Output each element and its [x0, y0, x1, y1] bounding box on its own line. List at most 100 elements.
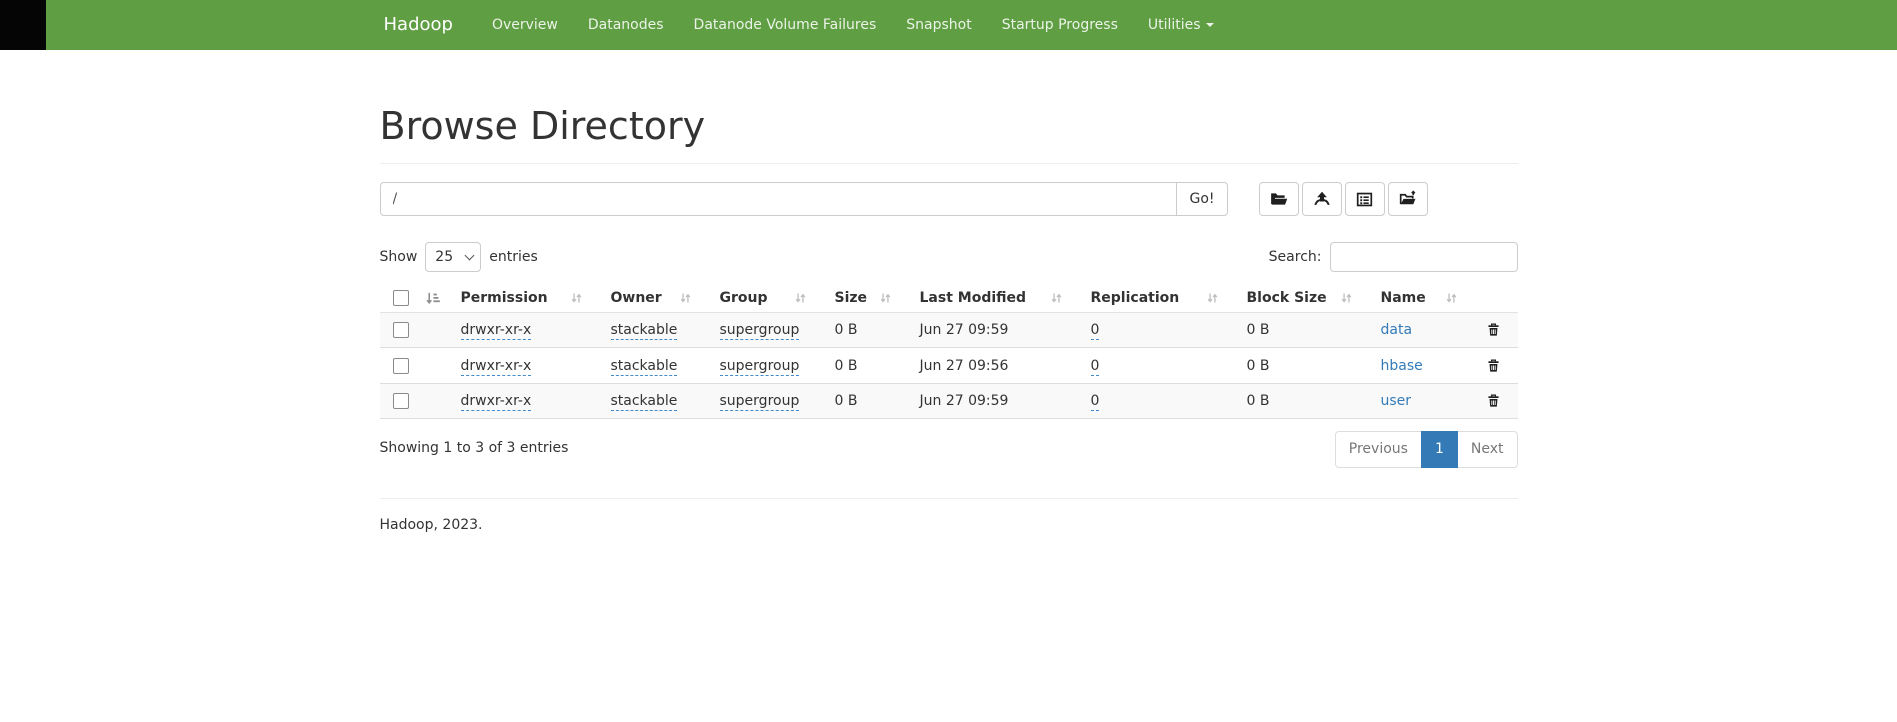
- header-group-label: Group: [720, 290, 768, 306]
- group-editable[interactable]: supergroup: [720, 322, 800, 340]
- sort-arrows-icon: [1206, 291, 1219, 305]
- select-row-checkbox[interactable]: [393, 358, 409, 374]
- select-row-checkbox[interactable]: [393, 393, 409, 409]
- table-controls-row: Show 25 entries Search:: [380, 242, 1518, 272]
- header-last-modified[interactable]: Last Modified: [910, 284, 1081, 313]
- header-name-label: Name: [1381, 290, 1426, 306]
- nav-item-snapshot[interactable]: Snapshot: [891, 0, 986, 50]
- directory-link[interactable]: data: [1381, 322, 1413, 338]
- trash-icon: [1486, 393, 1501, 409]
- block-size-cell: 0 B: [1237, 348, 1371, 383]
- permission-editable[interactable]: drwxr-xr-x: [461, 393, 532, 411]
- directory-link[interactable]: hbase: [1381, 358, 1423, 374]
- size-cell: 0 B: [825, 313, 910, 348]
- page-length-control: Show 25 entries: [380, 242, 538, 272]
- delete-button[interactable]: [1486, 393, 1501, 409]
- permission-editable[interactable]: drwxr-xr-x: [461, 322, 532, 340]
- path-bar-row: Go!: [380, 182, 1518, 216]
- nav-item-startup-progress[interactable]: Startup Progress: [987, 0, 1133, 50]
- title-divider: [380, 163, 1518, 164]
- select-all-checkbox[interactable]: [393, 290, 409, 306]
- header-last-modified-label: Last Modified: [920, 290, 1027, 306]
- header-replication[interactable]: Replication: [1081, 284, 1237, 313]
- size-cell: 0 B: [825, 383, 910, 418]
- table-row: drwxr-xr-x stackable supergroup 0 B Jun …: [380, 383, 1518, 418]
- header-replication-label: Replication: [1091, 290, 1180, 306]
- sort-arrows-icon: [679, 291, 692, 305]
- upload-file-button[interactable]: [1302, 182, 1342, 216]
- search-input[interactable]: [1330, 242, 1518, 272]
- nav-item-overview[interactable]: Overview: [477, 0, 573, 50]
- footer-divider: [380, 498, 1518, 499]
- directory-table: Permission Owner Group Size Last Modifie…: [380, 284, 1518, 419]
- permission-editable[interactable]: drwxr-xr-x: [461, 358, 532, 376]
- folder-move-icon: [1399, 190, 1417, 208]
- footer-text: Hadoop, 2023.: [380, 517, 1518, 533]
- owner-editable[interactable]: stackable: [611, 393, 678, 411]
- file-list-button[interactable]: [1345, 182, 1385, 216]
- header-owner[interactable]: Owner: [601, 284, 710, 313]
- page-title: Browse Directory: [380, 104, 1518, 148]
- group-editable[interactable]: supergroup: [720, 358, 800, 376]
- list-alt-icon: [1356, 191, 1373, 208]
- trash-icon: [1486, 322, 1501, 338]
- sort-arrows-icon: [879, 291, 892, 305]
- header-permission[interactable]: Permission: [451, 284, 601, 313]
- last-modified-cell: Jun 27 09:59: [910, 383, 1081, 418]
- navbar-container: Hadoop Overview Datanodes Datanode Volum…: [365, 0, 1533, 50]
- header-size[interactable]: Size: [825, 284, 910, 313]
- top-navbar: Hadoop Overview Datanodes Datanode Volum…: [0, 0, 1897, 50]
- sort-arrows-icon: [1340, 291, 1353, 305]
- last-modified-cell: Jun 27 09:59: [910, 313, 1081, 348]
- go-button[interactable]: Go!: [1176, 182, 1227, 216]
- sort-arrows-icon: [570, 291, 583, 305]
- delete-button[interactable]: [1486, 322, 1501, 338]
- header-size-label: Size: [835, 290, 868, 306]
- replication-editable[interactable]: 0: [1091, 358, 1100, 376]
- create-directory-button[interactable]: [1259, 182, 1299, 216]
- nav-item-datanode-volume-failures[interactable]: Datanode Volume Failures: [679, 0, 892, 50]
- delete-button[interactable]: [1486, 357, 1501, 373]
- owner-editable[interactable]: stackable: [611, 358, 678, 376]
- pagination-page-1[interactable]: 1: [1421, 431, 1458, 467]
- path-input-group: Go!: [380, 182, 1228, 216]
- block-size-cell: 0 B: [1237, 313, 1371, 348]
- pagination: Previous 1 Next: [1335, 431, 1518, 467]
- utilities-label: Utilities: [1148, 17, 1201, 33]
- upload-icon: [1313, 190, 1331, 208]
- brand-hadoop[interactable]: Hadoop: [384, 0, 453, 50]
- size-cell: 0 B: [825, 348, 910, 383]
- sort-arrows-icon: [1445, 291, 1458, 305]
- directory-path-input[interactable]: [380, 182, 1178, 216]
- table-row: drwxr-xr-x stackable supergroup 0 B Jun …: [380, 348, 1518, 383]
- replication-editable[interactable]: 0: [1091, 322, 1100, 340]
- show-label: Show: [380, 249, 418, 265]
- header-group[interactable]: Group: [710, 284, 825, 313]
- pagination-next[interactable]: Next: [1457, 431, 1518, 467]
- table-info: Showing 1 to 3 of 3 entries: [380, 431, 569, 456]
- header-block-size-label: Block Size: [1247, 290, 1327, 306]
- move-paste-button[interactable]: [1388, 182, 1428, 216]
- nav-item-datanodes[interactable]: Datanodes: [573, 0, 679, 50]
- nav-item-utilities-dropdown[interactable]: Utilities: [1133, 0, 1229, 50]
- table-search-control: Search:: [1269, 242, 1518, 272]
- header-owner-label: Owner: [611, 290, 662, 306]
- trash-icon: [1486, 358, 1501, 374]
- header-name[interactable]: Name: [1371, 284, 1476, 313]
- header-permission-label: Permission: [461, 290, 548, 306]
- page-size-select-wrap: 25: [425, 242, 481, 272]
- table-header-row: Permission Owner Group Size Last Modifie…: [380, 284, 1518, 313]
- pagination-previous[interactable]: Previous: [1335, 431, 1422, 467]
- replication-editable[interactable]: 0: [1091, 393, 1100, 411]
- select-row-checkbox[interactable]: [393, 322, 409, 338]
- entries-label: entries: [489, 249, 538, 265]
- sort-arrows-icon: [794, 291, 807, 305]
- page-size-select[interactable]: 25: [425, 242, 481, 272]
- header-select-all[interactable]: [380, 284, 451, 313]
- owner-editable[interactable]: stackable: [611, 322, 678, 340]
- header-block-size[interactable]: Block Size: [1237, 284, 1371, 313]
- group-editable[interactable]: supergroup: [720, 393, 800, 411]
- search-label: Search:: [1269, 249, 1322, 265]
- directory-link[interactable]: user: [1381, 393, 1412, 409]
- navbar-left-dark-region: [0, 0, 46, 50]
